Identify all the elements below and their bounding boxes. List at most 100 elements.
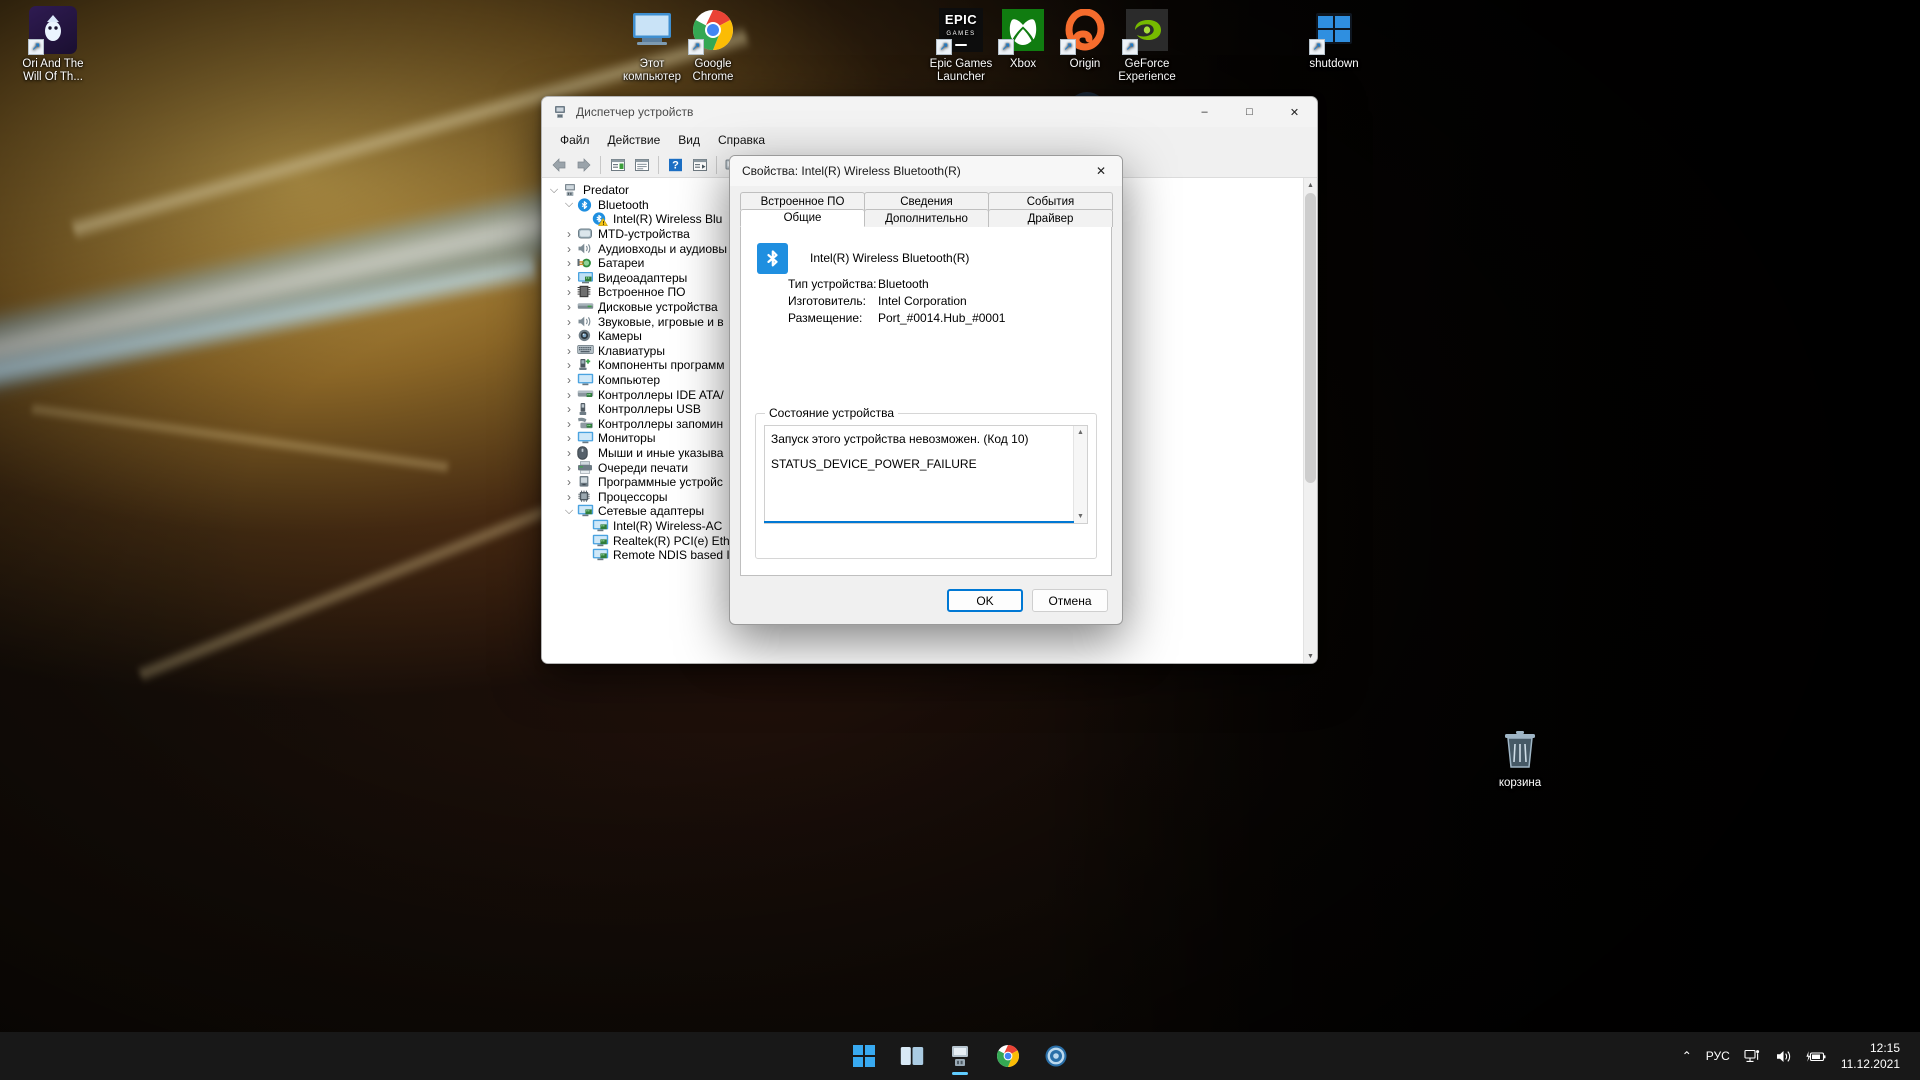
chevron-right-icon[interactable]: ›: [561, 389, 577, 401]
chevron-right-icon[interactable]: ›: [561, 418, 577, 430]
menu-item-0[interactable]: Файл: [552, 130, 598, 150]
chevron-down-icon[interactable]: ⌵: [561, 505, 577, 517]
status-scroll-up-arrow[interactable]: ▲: [1074, 426, 1087, 439]
properties-icon[interactable]: [630, 154, 653, 176]
language-indicator[interactable]: РУС: [1699, 1036, 1737, 1076]
scroll-up-arrow[interactable]: ▲: [1304, 178, 1317, 192]
device-manager-taskbar[interactable]: [940, 1036, 980, 1076]
properties-tabs[interactable]: Встроенное ПО Сведения События Общие Дополн…: [740, 192, 1113, 227]
chevron-right-icon[interactable]: ›: [561, 359, 577, 371]
ok-button[interactable]: OK: [947, 589, 1023, 612]
chevron-right-icon[interactable]: ›: [561, 228, 577, 240]
desktop-icon-google-chrome[interactable]: ↗ Google Chrome: [668, 6, 758, 84]
forward-icon[interactable]: [572, 154, 595, 176]
taskbar-clock[interactable]: 12:15 11.12.2021: [1833, 1036, 1912, 1076]
taskbar-center-items[interactable]: [844, 1032, 1076, 1080]
firmware-icon: [577, 285, 593, 299]
network-icon[interactable]: [1737, 1036, 1768, 1076]
properties-close-button[interactable]: ✕: [1080, 156, 1122, 186]
device-manager-menubar[interactable]: Файл Действие Вид Справка: [542, 128, 1317, 152]
chevron-right-icon[interactable]: ›: [561, 462, 577, 474]
device-status-box[interactable]: Запуск этого устройства невозможен. (Код…: [764, 425, 1088, 524]
task-view-button[interactable]: [892, 1036, 932, 1076]
tab-сведения[interactable]: Сведения: [864, 192, 989, 210]
battery-charging-icon[interactable]: [1799, 1036, 1833, 1076]
audio-icon: [577, 242, 593, 256]
properties-tabs-row-bottom[interactable]: Общие Дополнительно Драйвер: [740, 209, 1113, 227]
device-tree-scrollbar[interactable]: ▲ ▼: [1303, 178, 1317, 663]
tree-item-label: Intel(R) Wireless Blu: [613, 212, 723, 227]
chevron-right-icon[interactable]: ›: [561, 286, 577, 298]
chevron-down-icon[interactable]: ⌵: [561, 199, 577, 210]
toolbar-separator-2: [658, 155, 659, 174]
properties-tabs-row-top[interactable]: Встроенное ПО Сведения События: [740, 192, 1113, 210]
network-device-icon: [592, 534, 609, 548]
wallpaper-highlight-3: [30, 400, 450, 476]
scroll-thumb[interactable]: [1305, 193, 1316, 483]
volume-icon[interactable]: [1768, 1036, 1799, 1076]
bluetooth-icon: [757, 243, 788, 274]
cancel-button[interactable]: Отмена: [1032, 589, 1108, 612]
status-scroll-down-arrow[interactable]: ▼: [1074, 510, 1087, 523]
status-line-2: STATUS_DEVICE_POWER_FAILURE: [771, 457, 977, 471]
status-scrollbar[interactable]: ▲ ▼: [1073, 426, 1087, 523]
tree-item-label: Клавиатуры: [598, 343, 665, 358]
shortcut-arrow-icon: ↗: [1309, 39, 1325, 55]
show-hidden-icon[interactable]: [606, 154, 629, 176]
tab-встроенное-по[interactable]: Встроенное ПО: [740, 192, 865, 210]
menu-item-2[interactable]: Вид: [670, 130, 708, 150]
back-icon[interactable]: [548, 154, 571, 176]
chevron-right-icon[interactable]: ›: [561, 447, 577, 459]
tab-общие[interactable]: Общие: [740, 209, 865, 227]
tab-дополнительно[interactable]: Дополнительно: [864, 209, 989, 227]
chevron-right-icon[interactable]: ›: [561, 476, 577, 488]
maximize-button[interactable]: □: [1227, 97, 1272, 128]
properties-dialog-titlebar[interactable]: Свойства: Intel(R) Wireless Bluetooth(R)…: [730, 156, 1122, 186]
desktop-icon-recycle-bin[interactable]: корзина: [1475, 725, 1565, 790]
dialog-buttons[interactable]: OK Отмена: [947, 589, 1108, 612]
menu-item-3[interactable]: Справка: [710, 130, 773, 150]
chevron-right-icon[interactable]: ›: [561, 491, 577, 503]
device-manager-icon: [552, 104, 568, 120]
ide-icon: [577, 388, 594, 402]
minimize-button[interactable]: –: [1182, 97, 1227, 128]
tab-драйвер[interactable]: Драйвер: [988, 209, 1113, 227]
close-button[interactable]: ✕: [1272, 97, 1317, 128]
desktop-icon-label: Google Chrome: [692, 58, 734, 83]
scroll-down-arrow[interactable]: ▼: [1304, 649, 1317, 663]
taskbar-tray[interactable]: ⌃ РУС 12:15 11.12.2021: [1675, 1032, 1920, 1080]
tab-события[interactable]: События: [988, 192, 1113, 210]
chevron-right-icon[interactable]: ›: [561, 257, 577, 269]
chevron-right-icon[interactable]: ›: [561, 374, 577, 386]
scan-hardware-icon[interactable]: [688, 154, 711, 176]
help-icon[interactable]: ?: [664, 154, 687, 176]
menu-item-1[interactable]: Действие: [600, 130, 669, 150]
cpu-icon: [577, 490, 593, 504]
desktop-icon-geforce-experience[interactable]: ↗ GeForce Experience: [1102, 6, 1192, 84]
tray-chevron-icon[interactable]: ⌃: [1675, 1036, 1699, 1076]
display-adapter-icon: [577, 271, 593, 285]
properties-dialog[interactable]: Свойства: Intel(R) Wireless Bluetooth(R)…: [729, 155, 1123, 625]
chevron-down-icon[interactable]: ⌵: [546, 184, 562, 196]
start-button[interactable]: [844, 1036, 884, 1076]
device-fields: Тип устройства: Bluetooth Изготовитель: Int…: [741, 274, 1111, 325]
tree-item-label: Компоненты программ: [598, 358, 725, 373]
battery-icon: [577, 256, 593, 270]
geforce-icon: ↗: [1122, 6, 1171, 55]
desktop-icon-ori-and-the-will[interactable]: ↗ Ori And The Will Of Th...: [8, 6, 98, 84]
settings-taskbar[interactable]: [1036, 1036, 1076, 1076]
chevron-right-icon[interactable]: ›: [561, 330, 577, 342]
chrome-taskbar[interactable]: [988, 1036, 1028, 1076]
device-manager-titlebar[interactable]: Диспетчер устройств – □ ✕: [542, 97, 1317, 128]
taskbar[interactable]: ⌃ РУС 12:15 11.12.2021: [0, 1032, 1920, 1080]
chevron-right-icon[interactable]: ›: [561, 272, 577, 284]
chevron-right-icon[interactable]: ›: [561, 345, 577, 357]
desktop-icon-shutdown[interactable]: ↗ shutdown: [1289, 6, 1379, 71]
chevron-right-icon[interactable]: ›: [561, 243, 577, 255]
tree-item-label: Дисковые устройства: [598, 300, 718, 315]
chevron-right-icon[interactable]: ›: [561, 403, 577, 415]
chevron-right-icon[interactable]: ›: [561, 316, 577, 328]
chevron-right-icon[interactable]: ›: [561, 432, 577, 444]
chevron-right-icon[interactable]: ›: [561, 301, 577, 313]
tree-item-label: Predator: [583, 183, 630, 198]
